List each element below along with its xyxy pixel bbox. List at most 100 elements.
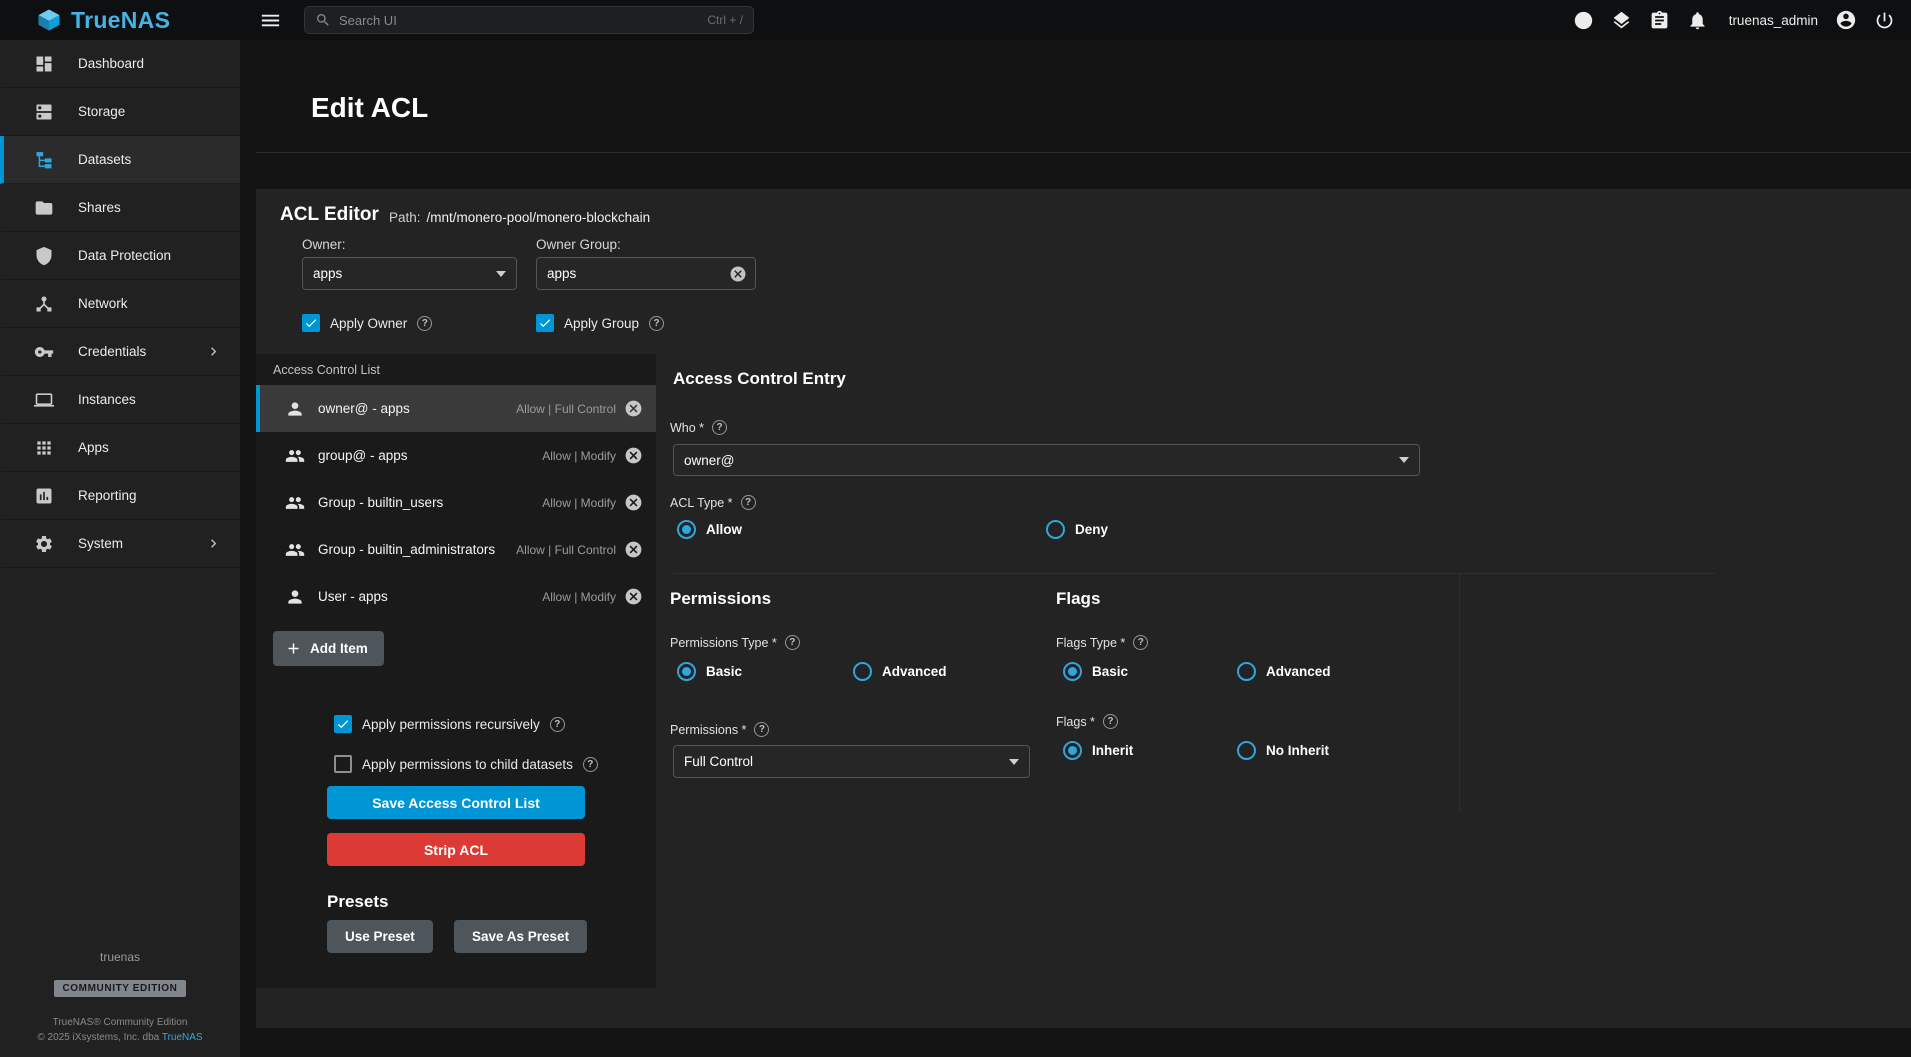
clear-input-icon[interactable] [729, 265, 747, 283]
copyright-brand-link[interactable]: TrueNAS [162, 1032, 203, 1043]
sidebar-item-network[interactable]: Network [0, 280, 240, 328]
notifications-bell-icon[interactable] [1687, 10, 1708, 31]
radio-selected-icon [1063, 741, 1082, 760]
remove-entry-icon[interactable] [624, 446, 643, 465]
user-avatar-icon[interactable] [1835, 9, 1857, 31]
group-icon [285, 493, 305, 513]
permissions-type-basic-radio[interactable]: Basic [677, 661, 742, 682]
dashboard-icon [34, 54, 54, 74]
acl-entry-user-apps[interactable]: User - apps Allow | Modify [256, 573, 656, 620]
radio-label: Inherit [1092, 743, 1133, 758]
sidebar-item-datasets[interactable]: Datasets [0, 136, 240, 184]
flags-no-inherit-radio[interactable]: No Inherit [1237, 740, 1329, 761]
shares-folder-icon [34, 198, 54, 218]
key-icon [34, 342, 54, 362]
help-icon[interactable] [1133, 635, 1148, 650]
remove-entry-icon[interactable] [624, 493, 643, 512]
topbar: TrueNAS Ctrl + / truenas_admin [0, 0, 1911, 40]
recursive-checkbox[interactable]: Apply permissions recursively [334, 715, 565, 733]
plus-icon [285, 640, 302, 657]
search-input-box[interactable]: Ctrl + / [304, 6, 754, 34]
add-item-button[interactable]: Add Item [273, 631, 384, 666]
sidebar-item-data-protection[interactable]: Data Protection [0, 232, 240, 280]
sidebar-item-label: Dashboard [78, 56, 144, 71]
remove-entry-icon[interactable] [624, 540, 643, 559]
radio-label: Basic [1092, 664, 1128, 679]
checkbox-unchecked-icon [334, 755, 352, 773]
menu-icon[interactable] [259, 9, 282, 32]
search-input[interactable] [339, 13, 699, 28]
sidebar-item-label: System [78, 536, 123, 551]
computer-icon [34, 390, 54, 410]
power-icon[interactable] [1874, 10, 1895, 31]
help-icon[interactable] [550, 717, 565, 732]
sidebar-item-system[interactable]: System [0, 520, 240, 568]
ace-heading: Access Control Entry [673, 369, 846, 389]
save-as-preset-button[interactable]: Save As Preset [454, 920, 587, 953]
help-icon[interactable] [754, 722, 769, 737]
permissions-select[interactable]: Full Control [673, 745, 1030, 778]
use-preset-button[interactable]: Use Preset [327, 920, 433, 953]
owner-select[interactable]: apps [302, 257, 517, 290]
help-icon[interactable] [785, 635, 800, 650]
acl-type-allow-radio[interactable]: Allow [677, 519, 742, 540]
page-title: Edit ACL [311, 92, 428, 124]
feedback-smiley-icon[interactable] [1573, 10, 1594, 31]
flags-heading: Flags [1056, 589, 1100, 609]
who-label: Who * [670, 421, 704, 435]
sidebar-item-label: Apps [78, 440, 109, 455]
sidebar-item-label: Credentials [78, 344, 146, 359]
radio-selected-icon [677, 520, 696, 539]
flags-inherit-radio[interactable]: Inherit [1063, 740, 1133, 761]
jobs-clipboard-icon[interactable] [1649, 10, 1670, 31]
apply-group-checkbox[interactable]: Apply Group [536, 314, 664, 332]
acl-entry-builtin-administrators[interactable]: Group - builtin_administrators Allow | F… [256, 526, 656, 573]
acl-entry-group[interactable]: group@ - apps Allow | Modify [256, 432, 656, 479]
acl-entry-owner[interactable]: owner@ - apps Allow | Full Control [256, 385, 656, 432]
help-icon[interactable] [741, 495, 756, 510]
remove-entry-icon[interactable] [624, 587, 643, 606]
radio-unselected-icon [1046, 520, 1065, 539]
add-item-label: Add Item [310, 641, 368, 656]
hostname-label: truenas [0, 950, 240, 964]
flags-type-basic-radio[interactable]: Basic [1063, 661, 1128, 682]
help-icon[interactable] [583, 757, 598, 772]
save-acl-button[interactable]: Save Access Control List [327, 786, 585, 819]
sidebar-item-storage[interactable]: Storage [0, 88, 240, 136]
person-icon [285, 399, 305, 419]
username-label[interactable]: truenas_admin [1729, 13, 1818, 28]
checkin-layers-icon[interactable] [1611, 10, 1632, 31]
permissions-type-advanced-radio[interactable]: Advanced [853, 661, 947, 682]
sidebar-item-shares[interactable]: Shares [0, 184, 240, 232]
strip-acl-button[interactable]: Strip ACL [327, 833, 585, 866]
help-icon[interactable] [417, 316, 432, 331]
sidebar-item-instances[interactable]: Instances [0, 376, 240, 424]
radio-label: Basic [706, 664, 742, 679]
help-icon[interactable] [1103, 714, 1118, 729]
owner-select-value: apps [313, 266, 342, 281]
datasets-tree-icon [34, 150, 54, 170]
acl-entry-label: Group - builtin_administrators [318, 542, 495, 557]
edition-badge: COMMUNITY EDITION [54, 980, 185, 997]
sidebar-item-credentials[interactable]: Credentials [0, 328, 240, 376]
remove-entry-icon[interactable] [624, 399, 643, 418]
help-icon[interactable] [649, 316, 664, 331]
who-select-value: owner@ [684, 453, 734, 468]
radio-unselected-icon [1237, 662, 1256, 681]
radio-selected-icon [677, 662, 696, 681]
sidebar-item-reporting[interactable]: Reporting [0, 472, 240, 520]
sidebar-item-apps[interactable]: Apps [0, 424, 240, 472]
traverse-checkbox[interactable]: Apply permissions to child datasets [334, 755, 598, 773]
acl-type-deny-radio[interactable]: Deny [1046, 519, 1108, 540]
owner-group-input[interactable] [547, 266, 729, 281]
sidebar-item-dashboard[interactable]: Dashboard [0, 40, 240, 88]
checkbox-label: Apply permissions to child datasets [362, 757, 573, 772]
truenas-logo[interactable]: TrueNAS [0, 7, 240, 34]
help-icon[interactable] [712, 420, 727, 435]
search-shortcut-hint: Ctrl + / [707, 13, 743, 27]
who-select[interactable]: owner@ [673, 444, 1420, 476]
acl-entry-status: Allow | Full Control [516, 543, 616, 557]
acl-entry-builtin-users[interactable]: Group - builtin_users Allow | Modify [256, 479, 656, 526]
flags-type-advanced-radio[interactable]: Advanced [1237, 661, 1331, 682]
apply-owner-checkbox[interactable]: Apply Owner [302, 314, 432, 332]
